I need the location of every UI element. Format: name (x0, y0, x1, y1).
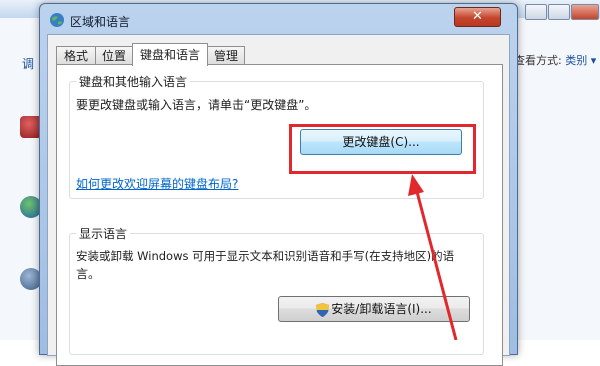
tab-keyboards-languages[interactable]: 键盘和语言 (132, 43, 208, 66)
red-arrow-annotation (408, 174, 458, 340)
